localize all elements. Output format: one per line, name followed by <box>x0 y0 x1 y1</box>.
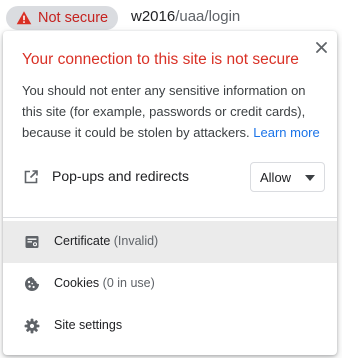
security-label: Not secure <box>38 10 109 26</box>
learn-more-link[interactable]: Learn more <box>253 125 319 140</box>
url-host: w2016 <box>131 8 176 25</box>
popup-description: You should not enter any sensitive infor… <box>22 80 325 143</box>
certificate-item[interactable]: Certificate (Invalid) <box>3 221 337 263</box>
site-settings-item[interactable]: Site settings <box>3 305 337 347</box>
cookies-count: (0 in use) <box>102 276 155 290</box>
cookies-text: Cookies <box>54 276 100 290</box>
permission-row-popups: Pop-ups and redirects Allow <box>3 158 337 196</box>
browser-window: Not secure w2016/uaa/login Your connecti… <box>0 0 342 358</box>
page-info-popup: Your connection to this site is not secu… <box>3 31 337 355</box>
url-text[interactable]: w2016/uaa/login <box>131 8 240 25</box>
cookies-label: Cookies (0 in use) <box>54 276 155 290</box>
permission-label: Pop-ups and redirects <box>52 168 189 184</box>
certificate-label: Certificate (Invalid) <box>54 234 158 248</box>
cookie-icon <box>25 277 39 291</box>
warning-triangle-icon <box>16 11 32 25</box>
certificate-status: (Invalid) <box>113 234 159 248</box>
gear-icon <box>24 318 40 334</box>
chevron-down-icon <box>305 175 315 181</box>
permission-value: Allow <box>260 170 292 185</box>
popup-title: Your connection to this site is not secu… <box>22 51 299 68</box>
divider <box>3 217 337 218</box>
certificate-text: Certificate <box>54 234 111 248</box>
permission-select[interactable]: Allow <box>250 162 325 192</box>
cookies-item[interactable]: Cookies (0 in use) <box>3 263 337 305</box>
external-link-icon <box>24 170 38 184</box>
url-path: /uaa/login <box>175 8 241 25</box>
close-icon <box>315 41 327 53</box>
certificate-icon <box>25 236 39 248</box>
close-button[interactable] <box>313 39 329 55</box>
security-indicator-chip[interactable]: Not secure <box>6 6 119 30</box>
site-settings-label: Site settings <box>54 318 123 332</box>
